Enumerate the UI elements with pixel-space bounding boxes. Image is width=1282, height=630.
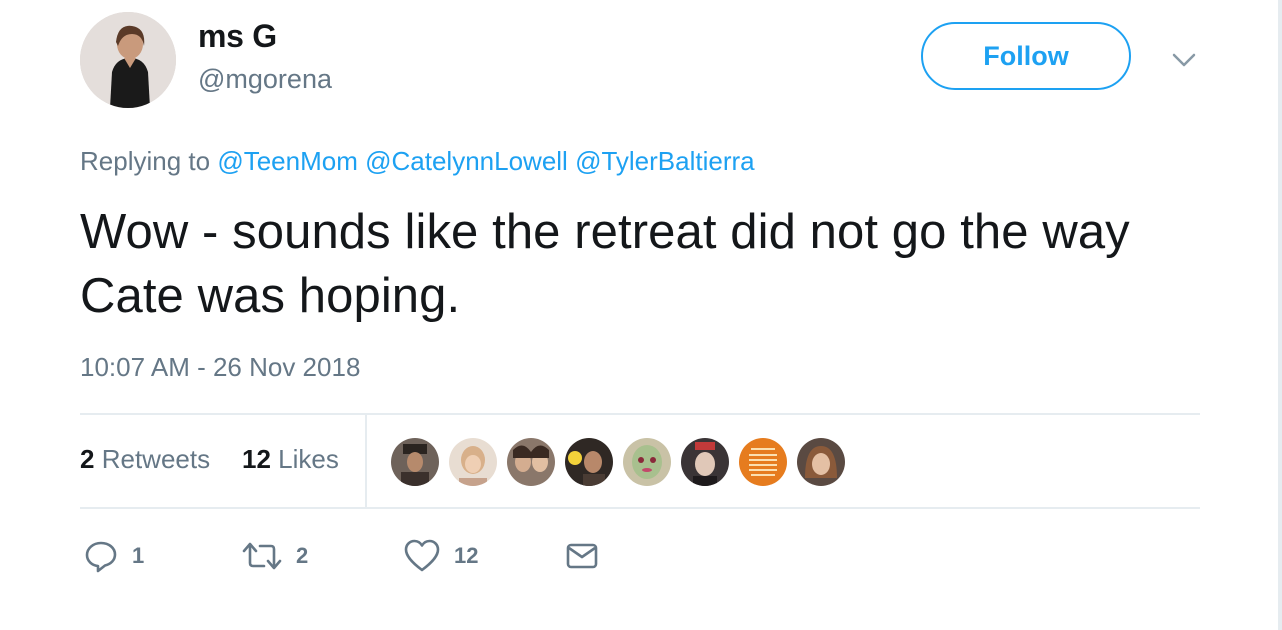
- window-edge: [1278, 0, 1282, 630]
- mention-link[interactable]: @CatelynnLowell: [365, 146, 568, 176]
- reply-icon: [85, 541, 117, 573]
- follow-button[interactable]: Follow: [921, 22, 1131, 90]
- retweet-button[interactable]: 2: [242, 536, 308, 576]
- liker-avatar[interactable]: [506, 437, 556, 487]
- tweet-timestamp[interactable]: 10:07 AM - 26 Nov 2018: [80, 352, 360, 383]
- retweets-label: Retweets: [101, 444, 211, 474]
- liker-avatar[interactable]: [796, 437, 846, 487]
- liker-avatar[interactable]: [622, 437, 672, 487]
- liker-avatar[interactable]: [564, 437, 614, 487]
- envelope-icon: [566, 543, 598, 569]
- divider: [80, 413, 1200, 415]
- like-count: 12: [454, 543, 479, 568]
- replying-to-label: Replying to: [80, 146, 211, 176]
- user-handle[interactable]: @mgorena: [198, 64, 332, 95]
- stats-divider: [365, 415, 367, 509]
- tweet-text: Wow - sounds like the retreat did not go…: [80, 205, 1130, 323]
- reply-count: 1: [132, 543, 145, 568]
- liker-avatar[interactable]: [738, 437, 788, 487]
- retweet-icon: [242, 542, 282, 570]
- retweet-count: 2: [296, 543, 309, 568]
- liker-avatar[interactable]: [390, 437, 440, 487]
- mention-link[interactable]: @TeenMom: [217, 146, 358, 176]
- retweets-count: 2: [80, 444, 95, 474]
- like-button[interactable]: 12: [404, 536, 478, 576]
- direct-message-button[interactable]: [566, 536, 598, 576]
- heart-icon: [404, 539, 440, 572]
- divider: [80, 507, 1200, 509]
- liker-avatar[interactable]: [448, 437, 498, 487]
- replying-to: Replying to @TeenMom @CatelynnLowell @Ty…: [80, 146, 755, 177]
- likes-stat[interactable]: 12 Likes: [242, 444, 339, 475]
- likes-label: Likes: [278, 444, 339, 474]
- avatar-image: [80, 12, 176, 108]
- retweets-stat[interactable]: 2 Retweets: [80, 444, 210, 475]
- chevron-down-icon[interactable]: [1168, 44, 1200, 76]
- display-name[interactable]: ms G: [198, 18, 277, 55]
- avatar[interactable]: [80, 12, 176, 108]
- reply-button[interactable]: 1: [84, 536, 144, 576]
- mention-link[interactable]: @TylerBaltierra: [575, 146, 755, 176]
- liker-avatar[interactable]: [680, 437, 730, 487]
- likes-count: 12: [242, 444, 271, 474]
